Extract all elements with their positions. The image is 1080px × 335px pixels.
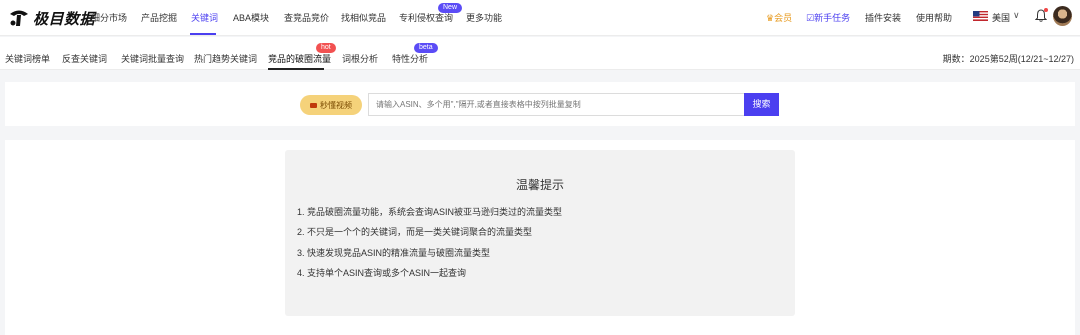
logo[interactable]: 极目数据	[8, 8, 95, 28]
tips-title: 温馨提示	[515, 178, 564, 192]
tip-item: 1. 竞品破圈流量功能，系统会查询ASIN被亚马逊归类过的流量类型	[297, 207, 563, 217]
checkbox-icon: ☑	[806, 13, 815, 23]
subnav-item-reverse-keyword[interactable]: 反查关键词	[62, 52, 107, 65]
active-nav-indicator	[190, 33, 216, 35]
subnav-item-batch-keyword[interactable]: 关键词批量查询	[121, 52, 184, 65]
video-tutorial-button[interactable]: 秒懂视频	[300, 95, 362, 115]
new-badge: New	[438, 3, 463, 13]
subnav-item-breakout-traffic[interactable]: 竞品的破圈流量	[268, 52, 331, 65]
nav-item-product-mining[interactable]: 产品挖掘	[141, 11, 177, 24]
nav-item-similar-products[interactable]: 找相似竞品	[341, 11, 386, 24]
logo-text: 极目数据	[33, 10, 96, 28]
tips-box: 温馨提示 1. 竞品破圈流量功能，系统会查询ASIN被亚马逊归类过的流量类型 2…	[285, 150, 795, 316]
notification-dot	[1044, 8, 1048, 12]
active-subnav-indicator	[268, 68, 324, 70]
video-camera-icon	[310, 102, 317, 108]
nav-item-competitor-bid[interactable]: 查竞品竞价	[284, 11, 329, 24]
plugin-install-link[interactable]: 插件安装	[865, 11, 901, 24]
tip-item: 4. 支持单个ASIN查询或多个ASIN一起查询	[297, 268, 467, 278]
content-panel: 温馨提示 1. 竞品破圈流量功能，系统会查询ASIN被亚马逊归类过的流量类型 2…	[5, 140, 1075, 335]
subnav-item-keyword-ranking[interactable]: 关键词榜单	[5, 52, 50, 65]
logo-icon	[8, 8, 30, 28]
vip-link[interactable]: ♛会员	[766, 11, 792, 24]
nav-item-more[interactable]: 更多功能	[466, 11, 502, 24]
help-link[interactable]: 使用帮助	[916, 11, 952, 24]
subnav-item-feature-analysis[interactable]: 特性分析	[392, 52, 428, 65]
asin-search-input[interactable]	[368, 93, 745, 116]
hot-badge: hot	[316, 43, 336, 53]
sub-nav: 关键词榜单 反查关键词 关键词批量查询 热门趋势关键词 竞品的破圈流量 hot …	[0, 37, 1080, 70]
nav-item-aba[interactable]: ABA模块	[233, 11, 269, 24]
nav-item-segment-market[interactable]: 细分市场	[91, 11, 127, 24]
search-button[interactable]: 搜索	[744, 93, 779, 116]
vip-label: 会员	[774, 13, 793, 23]
subnav-item-root-analysis[interactable]: 词根分析	[342, 52, 378, 65]
crown-icon: ♛	[766, 13, 775, 23]
search-panel: 秒懂视频 搜索	[5, 82, 1075, 126]
chevron-down-icon[interactable]: ∨	[1013, 10, 1020, 21]
country-selector[interactable]: 美国	[992, 11, 1010, 24]
period-label: 期数：2025第52周(12/21~12/27)	[942, 54, 1074, 64]
task-label: 新手任务	[814, 13, 851, 23]
subnav-item-trending-keyword[interactable]: 热门趋势关键词	[194, 52, 257, 65]
tip-item: 2. 不只是一个个的关键词，而是一类关键词聚合的流量类型	[297, 227, 533, 237]
avatar[interactable]	[1053, 6, 1072, 26]
video-tutorial-label: 秒懂视频	[320, 100, 352, 110]
top-nav: 极目数据 细分市场 产品挖掘 关键词 ABA模块 查竞品竞价 找相似竞品 专利侵…	[0, 0, 1080, 36]
nav-item-keywords[interactable]: 关键词	[191, 11, 218, 24]
us-flag-icon	[973, 11, 988, 21]
newbie-task-link[interactable]: ☑新手任务	[806, 11, 850, 24]
tip-item: 3. 快速发现竞品ASIN的精准流量与破圈流量类型	[297, 248, 491, 258]
beta-badge: beta	[414, 43, 438, 53]
